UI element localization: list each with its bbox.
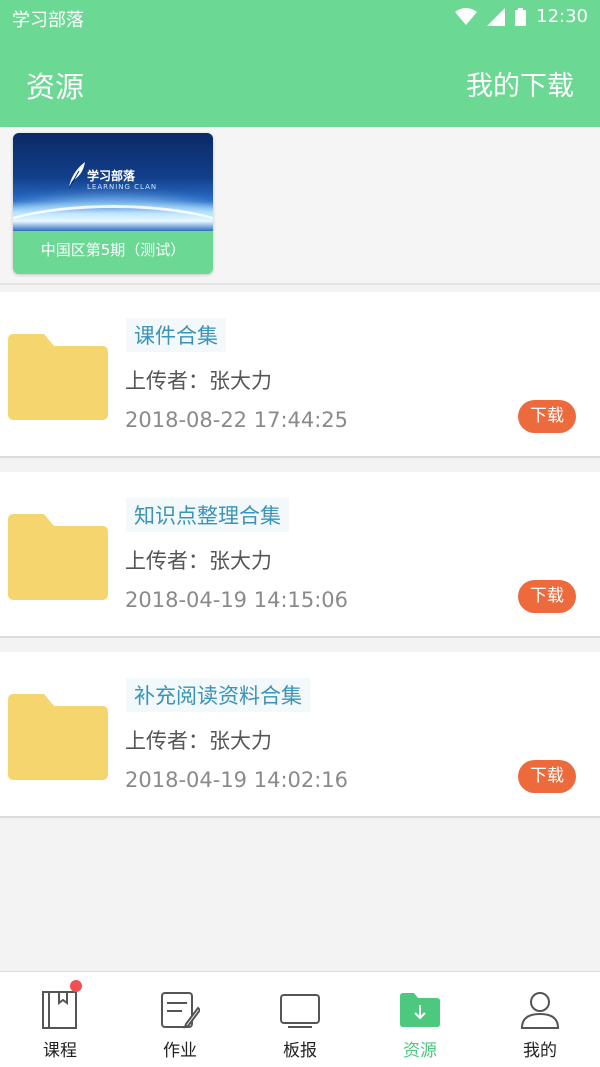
tab-label: 作业 [163,1041,197,1061]
tab-label: 课程 [43,1041,77,1061]
tab-resources[interactable]: 资源 [360,972,480,1067]
tab-label: 板报 [283,1041,317,1061]
homework-icon [160,990,202,1030]
download-button[interactable]: 下载 [518,760,576,793]
folder-icon [8,514,108,600]
my-downloads-button[interactable]: 我的下载 [466,64,574,103]
tab-board[interactable]: 板报 [240,972,360,1067]
resource-name: 课件合集 [126,318,226,352]
tab-label: 我的 [523,1041,557,1061]
profile-icon [520,990,560,1030]
resource-uploader: 上传者：张大力 [125,729,272,753]
resource-uploader: 上传者：张大力 [125,549,272,573]
notification-dot [70,980,82,992]
feather-logo-icon [67,161,87,193]
resource-date: 2018-04-19 14:15:06 [125,588,349,612]
course-cover-image: 学习部落 LEARNING CLAN [13,133,213,231]
course-card-label: 中国区第5期（测试） [40,241,186,259]
resource-date: 2018-08-22 17:44:25 [125,408,349,432]
wifi-icon [455,7,478,26]
status-app-name: 学习部落 [12,10,84,31]
resource-name: 补充阅读资料合集 [126,678,310,712]
download-folder-icon [400,990,440,1030]
resource-date: 2018-04-19 14:02:16 [125,768,349,792]
app-bar: 资源 我的下载 [0,36,600,127]
tab-courses[interactable]: 课程 [0,972,120,1067]
resource-item[interactable]: 补充阅读资料合集 上传者：张大力 2018-04-19 14:02:16 下载 [0,652,600,818]
page-title: 资源 [26,70,85,104]
tab-homework[interactable]: 作业 [120,972,240,1067]
logo-subtitle: LEARNING CLAN [87,183,158,191]
battery-icon [515,7,527,26]
bottom-tab-bar: 课程 作业 板报 资源 我的 [0,971,600,1067]
folder-icon [8,694,108,780]
resource-item[interactable]: 知识点整理合集 上传者：张大力 2018-04-19 14:15:06 下载 [0,472,600,638]
resource-item[interactable]: 课件合集 上传者：张大力 2018-08-22 17:44:25 下载 [0,292,600,458]
board-icon [280,990,320,1030]
status-right: 12:30 [455,6,588,27]
resource-name: 知识点整理合集 [126,498,289,532]
tab-profile[interactable]: 我的 [480,972,600,1067]
book-icon [40,990,80,1030]
course-strip: 学习部落 LEARNING CLAN 中国区第5期（测试） [0,127,600,285]
tab-label: 资源 [403,1041,437,1061]
download-button[interactable]: 下载 [518,400,576,433]
status-time: 12:30 [536,6,588,27]
status-bar: 学习部落 12:30 [0,0,600,36]
folder-icon [8,334,108,420]
signal-icon [487,7,506,26]
download-button[interactable]: 下载 [518,580,576,613]
logo-title: 学习部落 [87,169,136,183]
resource-uploader: 上传者：张大力 [125,369,272,393]
course-card[interactable]: 学习部落 LEARNING CLAN 中国区第5期（测试） [13,133,213,274]
